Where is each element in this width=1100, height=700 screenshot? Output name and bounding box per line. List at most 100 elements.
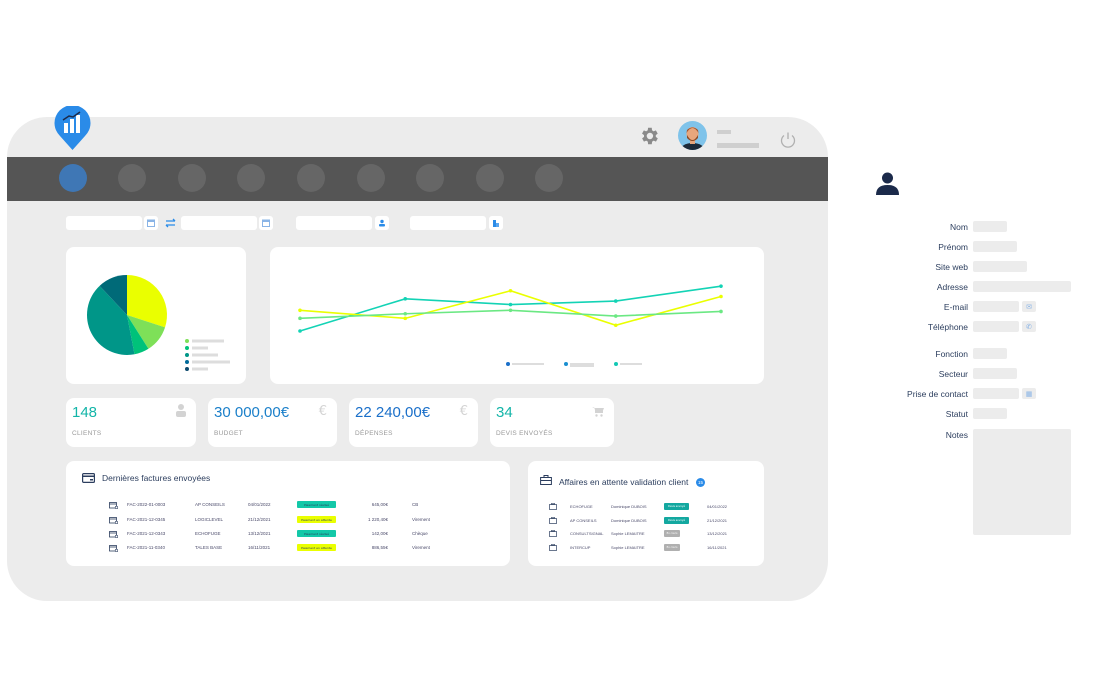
invoice-amount: 1 220,40€ [367,517,388,522]
kpi-value: 148 [72,404,98,421]
data-point[interactable] [719,284,723,288]
category-filter-input[interactable] [410,216,486,230]
data-point[interactable] [719,309,723,314]
data-point[interactable] [403,311,408,316]
field-label: Secteur [938,369,968,379]
field-label: Nom [950,222,968,232]
person-icon [876,172,899,195]
briefcase-icon[interactable] [549,544,557,551]
nav-item-6[interactable] [357,164,385,192]
field-input-t-l-phone[interactable] [973,321,1019,332]
invoice-client: ECHOFUGE [195,531,221,536]
logo-icon[interactable] [54,106,91,150]
nav-item-4[interactable] [237,164,265,192]
field-label: Fonction [935,349,968,359]
legend-label [570,363,594,367]
field-input-site-web[interactable] [973,261,1027,272]
kpi-card-budget: 30 000,00€ BUDGET € [208,398,337,447]
invoices-card: Dernières factures envoyées [66,461,510,566]
field-label: Adresse [936,282,968,292]
field-input-adresse[interactable] [973,281,1071,292]
data-point[interactable] [508,302,513,307]
kpi-value: 30 000,00€ [214,404,290,421]
deal-status-badge: Devis envoyé [664,517,689,524]
calendar-to-button[interactable] [259,216,273,230]
invoices-title: Dernières factures envoyées [102,473,211,483]
field-input-nom[interactable] [973,221,1007,232]
date-from-input[interactable] [66,216,142,230]
power-icon[interactable] [779,131,797,149]
field-input-prise-de-contact[interactable] [973,388,1019,399]
data-point[interactable] [508,308,513,313]
data-point[interactable] [403,297,408,301]
legend-marker [185,353,189,357]
user-name-placeholder [717,130,731,134]
legend-marker [614,362,618,366]
deal-company: ECHOFUGE [570,504,593,509]
invoice-status-badge: Paiement en attente [297,544,336,551]
briefcase-icon [540,475,552,485]
calendar-from-button[interactable] [144,216,158,230]
date-to-input[interactable] [181,216,257,230]
field-input-e-mail[interactable] [973,301,1019,312]
person-icon [379,219,385,227]
briefcase-icon[interactable] [549,517,557,524]
briefcase-icon[interactable] [549,503,557,510]
legend-marker [185,360,189,364]
nav-item-1[interactable] [59,164,87,192]
data-point[interactable] [613,314,618,318]
data-point[interactable] [298,308,302,313]
data-point[interactable] [719,294,723,299]
legend-marker [185,346,189,350]
gear-icon[interactable] [638,125,660,147]
nav-item-9[interactable] [535,164,563,192]
building-icon [493,220,499,227]
pie-chart [87,275,230,371]
invoice-icon[interactable] [109,531,118,538]
invoice-icon[interactable] [109,517,118,524]
nav-item-2[interactable] [118,164,146,192]
field-input-pr-nom[interactable] [973,241,1017,252]
legend-label [192,339,224,343]
field-label: Site web [935,262,968,272]
user-filter-input[interactable] [296,216,372,230]
data-point[interactable] [403,316,408,321]
user-filter-button[interactable] [375,216,389,230]
euro-icon: € [459,404,468,419]
data-point[interactable] [613,323,618,328]
legend-marker [506,362,510,366]
data-point[interactable] [298,316,302,321]
calendar-icon[interactable]: ▦ [1022,388,1036,399]
mail-icon[interactable]: ✉ [1022,301,1036,312]
field-input-notes[interactable] [973,429,1071,535]
swap-arrows-icon[interactable] [164,218,177,228]
nav-item-7[interactable] [416,164,444,192]
deal-date: 04/01/2022 [707,504,728,509]
data-point[interactable] [613,299,618,303]
invoice-ref: FAC-2021-11-0340 [127,545,165,550]
invoice-ref: FAC-2021-12-0345 [127,517,166,522]
field-input-statut[interactable] [973,408,1007,419]
nav-item-5[interactable] [297,164,325,192]
data-point[interactable] [508,288,513,293]
data-point[interactable] [298,329,302,333]
legend-label [192,360,230,364]
nav-item-3[interactable] [178,164,206,192]
invoice-date: 16/11/2021 [248,545,271,550]
phone-icon[interactable]: ✆ [1022,321,1036,332]
deal-contact: Sophie LEMAITRE [611,545,645,550]
invoice-amount: 142,00€ [371,531,388,536]
invoice-ref: FAC-2022-01-0003 [127,502,166,507]
cart-icon [592,407,604,417]
invoice-icon[interactable] [109,545,118,552]
field-input-secteur[interactable] [973,368,1017,379]
briefcase-icon[interactable] [549,530,557,537]
category-filter-button[interactable] [489,216,503,230]
field-label: Téléphone [927,322,968,332]
invoice-icon[interactable] [109,502,118,509]
user-avatar[interactable] [678,121,707,150]
kpi-label: DEVIS ENVOYÉS [496,430,553,437]
person-icon [176,404,186,417]
nav-item-8[interactable] [476,164,504,192]
field-input-fonction[interactable] [973,348,1007,359]
